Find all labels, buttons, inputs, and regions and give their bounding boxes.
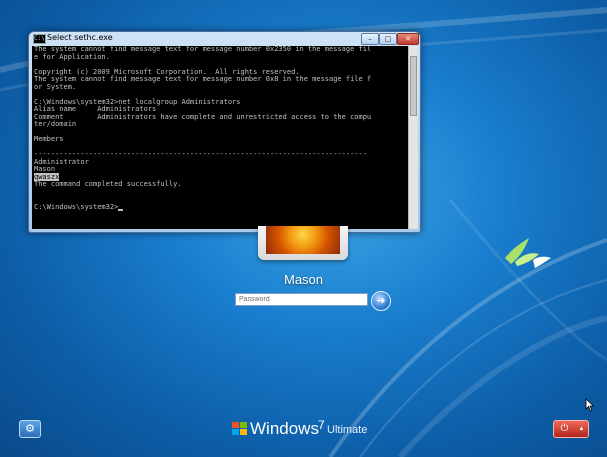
windows-edition: Ultimate	[327, 424, 368, 436]
console-line: C:\Windows\system32>	[32, 202, 408, 211]
bird-graphic	[505, 238, 551, 268]
console-line-text: Members	[34, 135, 64, 143]
console-window[interactable]: C:\ Select sethc.exe – □ ✕ The system ca…	[28, 31, 421, 233]
submit-arrow-button[interactable]: ➜	[371, 291, 391, 311]
console-line: e for Application.	[32, 52, 408, 62]
console-line-text: e for Application.	[34, 52, 110, 61]
chevron-up-icon: ▲	[578, 426, 585, 432]
text-cursor	[118, 209, 124, 211]
console-line: The command completed successfully.	[32, 180, 408, 189]
console-line-text: The command completed successfully.	[34, 180, 182, 188]
console-line-text: or System.	[34, 82, 77, 91]
user-tile	[258, 226, 348, 260]
console-line: Mason	[32, 165, 408, 174]
console-line: The system cannot find message text for …	[32, 75, 408, 84]
scrollbar-thumb[interactable]	[410, 56, 417, 116]
power-icon: ⏻	[560, 423, 569, 434]
password-field[interactable]	[235, 293, 368, 306]
console-line-text: ter/domain	[34, 120, 77, 128]
shutdown-options-button[interactable]: ▲	[575, 420, 589, 438]
console-line: ter/domain	[32, 120, 408, 129]
console-line: Comment Administrators have complete and…	[32, 112, 408, 122]
close-button[interactable]: ✕	[397, 33, 419, 45]
console-scrollbar[interactable]	[408, 46, 418, 229]
console-line-text: The system cannot find message text for …	[34, 75, 372, 83]
console-line-text: Mason	[34, 165, 56, 173]
maximize-button[interactable]: □	[379, 33, 397, 45]
minimize-button[interactable]: –	[361, 33, 379, 45]
ease-of-access-button[interactable]: ⚙	[19, 420, 41, 438]
console-line: or System.	[32, 82, 408, 92]
console-output[interactable]: The system cannot find message text for …	[32, 46, 408, 229]
windows-wordmark: Windows	[250, 419, 319, 438]
console-icon: C:\	[33, 34, 46, 44]
console-line: Administrator	[32, 158, 408, 167]
windows-version: 7	[318, 418, 325, 432]
arrow-right-icon: ➜	[376, 295, 386, 307]
console-line-text: C:\Windows\system32>	[34, 202, 119, 211]
shutdown-button[interactable]: ⏻	[553, 420, 576, 438]
ease-of-access-icon: ⚙	[25, 423, 35, 435]
console-titlebar[interactable]: C:\ Select sethc.exe – □ ✕	[29, 32, 420, 45]
user-picture	[266, 226, 340, 254]
windows-flag-icon	[232, 422, 248, 436]
console-line-text: Comment Administrators have complete and…	[34, 112, 372, 121]
mouse-pointer-icon	[585, 398, 595, 412]
console-line: Members	[32, 135, 408, 144]
console-window-title: Select sethc.exe	[47, 33, 113, 42]
username-label: Mason	[283, 272, 324, 287]
